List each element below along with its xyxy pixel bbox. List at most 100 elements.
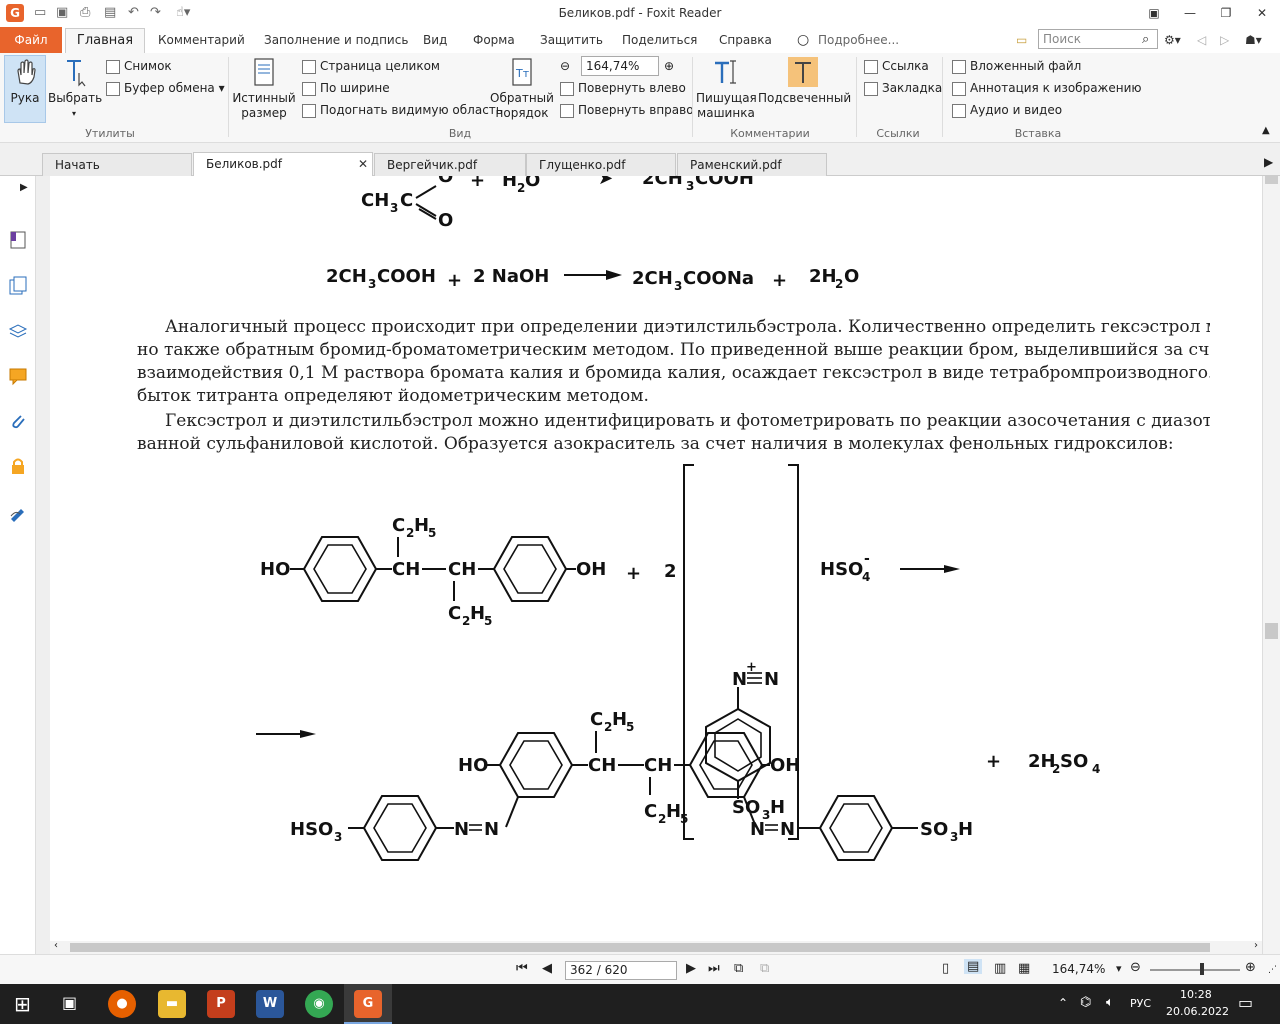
clock-time[interactable]: 10:28 — [1180, 988, 1212, 1001]
word-icon[interactable]: W — [256, 990, 284, 1018]
select-tool[interactable]: Выбрать ▾ — [48, 57, 102, 121]
close-tab-icon[interactable]: ✕ — [358, 153, 368, 175]
menu-share[interactable]: Поделиться — [622, 27, 697, 53]
menu-more[interactable]: Подробнее... — [818, 27, 899, 53]
menu-file[interactable]: Файл — [0, 27, 62, 53]
comments-panel-icon[interactable] — [8, 366, 28, 386]
zoom-in-icon[interactable]: ⊕ — [664, 56, 674, 76]
network-icon[interactable]: ⌬ — [1080, 995, 1091, 1010]
typewriter-button[interactable]: Пишущая машинка — [696, 57, 757, 121]
tabs-scroll-icon[interactable]: ▶ — [1264, 155, 1273, 169]
bookmark-button[interactable]: Закладка — [864, 78, 942, 98]
menu-help[interactable]: Справка — [719, 27, 772, 53]
first-page-icon[interactable]: ⏮ — [516, 961, 528, 976]
tab-start[interactable]: Начать — [42, 153, 192, 176]
language-indicator[interactable]: РУС — [1130, 997, 1151, 1010]
signature-panel-icon[interactable] — [8, 502, 28, 522]
document-view[interactable]: CH 3 C O O + H 2 O ➤ 2CH 3 COOH 2CH 3 CO… — [50, 176, 1262, 941]
expand-panel-icon[interactable]: ▶ — [20, 182, 28, 193]
continuous-page-icon[interactable]: ▤ — [964, 959, 983, 974]
start-icon[interactable]: ⊞ — [14, 992, 31, 1016]
page-number-input[interactable]: 362 / 620 — [565, 961, 677, 980]
clock-date[interactable]: 20.06.2022 — [1166, 1005, 1229, 1018]
close-button[interactable]: ✕ — [1248, 2, 1276, 24]
reverse-order-button[interactable]: Tт Обратный порядок — [490, 57, 554, 121]
horizontal-scrollbar[interactable]: ‹ › — [50, 940, 1262, 954]
zoom-slider-thumb[interactable] — [1200, 963, 1204, 975]
tab-belikov[interactable]: Беликов.pdf ✕ — [193, 152, 373, 176]
zoom-dropdown-icon[interactable]: ▾ — [1116, 962, 1122, 975]
zoom-out-icon[interactable]: ⊖ — [560, 56, 570, 76]
attachments-panel-icon[interactable] — [8, 411, 28, 431]
menu-comment[interactable]: Комментарий — [158, 27, 245, 53]
hand-tool[interactable]: Рука — [4, 57, 46, 106]
menu-view[interactable]: Вид — [423, 27, 447, 53]
tab-ramensky[interactable]: Раменский.pdf — [677, 153, 827, 176]
tab-vergeychik[interactable]: Вергейчик.pdf — [374, 153, 526, 176]
zoom-level[interactable]: 164,74% — [1052, 962, 1105, 976]
menu-fill-sign[interactable]: Заполнение и подпись — [264, 27, 408, 53]
clipboard-button[interactable]: Буфер обмена ▾ — [106, 78, 225, 98]
notification-icon[interactable]: ▭ — [1238, 993, 1253, 1012]
ribbon-toggle-icon[interactable]: ▣ — [1140, 2, 1168, 24]
previous-view-icon[interactable]: ⧉ — [734, 961, 743, 976]
zoom-select[interactable]: 164,74% — [581, 56, 659, 76]
forward-icon[interactable]: ▷ — [1220, 27, 1229, 53]
rotate-left-button[interactable]: Повернуть влево — [560, 78, 686, 98]
next-page-icon[interactable]: ▶ — [686, 961, 696, 976]
menu-home[interactable]: Главная — [65, 28, 145, 53]
pages-panel-icon[interactable] — [8, 276, 28, 296]
scroll-up-area[interactable] — [1265, 176, 1278, 184]
fit-width-button[interactable]: По ширине — [302, 78, 390, 98]
fit-visible-button[interactable]: Подогнать видимую область — [302, 100, 503, 120]
last-page-icon[interactable]: ⏭ — [708, 961, 720, 976]
search-input[interactable]: Поиск — [1038, 29, 1158, 49]
collapse-ribbon-icon[interactable]: ▲ — [1262, 125, 1270, 136]
tray-up-icon[interactable]: ⌃ — [1058, 996, 1068, 1010]
task-view-icon[interactable]: ▣ — [62, 993, 77, 1012]
explorer-icon[interactable]: ▬ — [158, 990, 186, 1018]
panel-resize-handle[interactable] — [36, 176, 50, 954]
scroll-left-icon[interactable]: ‹ — [54, 940, 58, 951]
h-scroll-thumb[interactable] — [70, 943, 1210, 952]
benzene-inner — [373, 803, 427, 853]
scroll-thumb[interactable] — [1265, 623, 1278, 639]
scroll-right-icon[interactable]: › — [1254, 940, 1258, 951]
vertical-scrollbar[interactable] — [1262, 176, 1280, 954]
zoom-in-icon[interactable]: ⊕ — [1245, 960, 1256, 975]
layers-panel-icon[interactable] — [8, 321, 28, 341]
menu-protect[interactable]: Защитить — [540, 27, 603, 53]
prev-page-icon[interactable]: ◀ — [542, 961, 552, 976]
foxit-taskbar-icon[interactable]: G — [354, 990, 382, 1018]
volume-icon[interactable]: 🔈︎ — [1106, 995, 1114, 1010]
firefox-icon[interactable]: ● — [108, 990, 136, 1018]
search-icon[interactable]: ⌕ — [1142, 27, 1149, 53]
bookmarks-panel-icon[interactable] — [8, 230, 28, 250]
powerpoint-icon[interactable]: P — [207, 990, 235, 1018]
folder-icon[interactable]: ▭ — [1016, 27, 1027, 53]
continuous-facing-icon[interactable]: ▦ — [1018, 961, 1030, 976]
menu-form[interactable]: Форма — [473, 27, 515, 53]
image-annotation-button[interactable]: Аннотация к изображению — [952, 78, 1141, 98]
attach-file-button[interactable]: Вложенный файл — [952, 56, 1081, 76]
facing-page-icon[interactable]: ▥ — [994, 961, 1006, 976]
user-icon[interactable]: ☗▾ — [1245, 27, 1262, 53]
settings-icon[interactable]: ⚙▾ — [1164, 27, 1181, 53]
highlight-button[interactable]: Подсвеченный — [758, 57, 851, 106]
zoom-slider[interactable] — [1150, 969, 1240, 971]
actual-size-button[interactable]: Истинный размер — [232, 57, 296, 121]
minimize-button[interactable]: — — [1176, 2, 1204, 24]
fit-page-button[interactable]: Страница целиком — [302, 56, 440, 76]
single-page-icon[interactable]: ▯ — [942, 961, 949, 976]
rotate-right-button[interactable]: Повернуть вправо — [560, 100, 694, 120]
audio-video-button[interactable]: Аудио и видео — [952, 100, 1062, 120]
restore-button[interactable]: ❐ — [1212, 2, 1240, 24]
back-icon[interactable]: ◁ — [1197, 27, 1206, 53]
link-button[interactable]: Ссылка — [864, 56, 929, 76]
chrome-icon[interactable]: ◉ — [305, 990, 333, 1018]
security-panel-icon[interactable] — [8, 456, 28, 476]
next-view-icon[interactable]: ⧉ — [760, 961, 769, 976]
snapshot-button[interactable]: Снимок — [106, 56, 172, 76]
tab-glushchenko[interactable]: Глущенко.pdf (ЗАЩИ... — [526, 153, 676, 194]
zoom-out-icon[interactable]: ⊖ — [1130, 960, 1141, 975]
